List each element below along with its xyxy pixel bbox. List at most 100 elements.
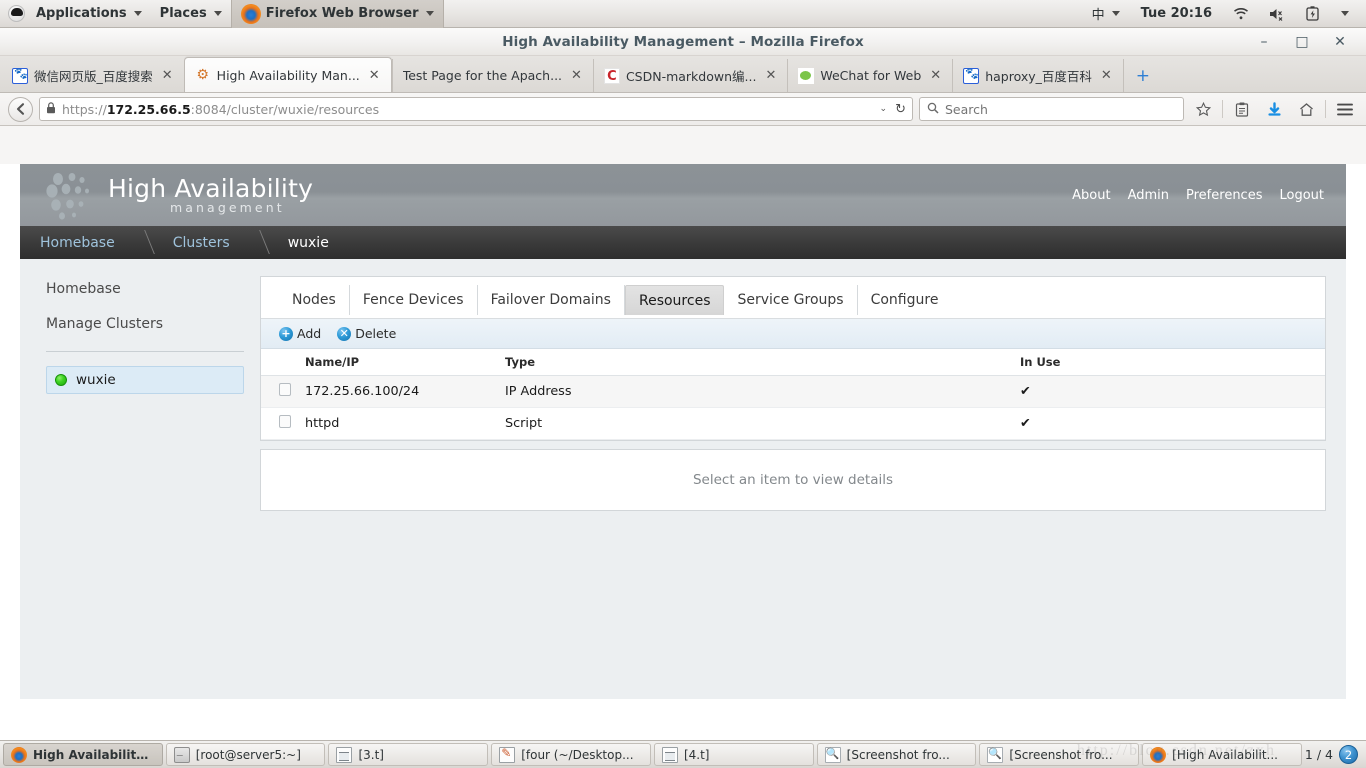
delete-button[interactable]: ✕ Delete xyxy=(337,326,396,341)
taskbar-item[interactable]: [High Availabilit... xyxy=(1142,743,1302,766)
nav-about[interactable]: About xyxy=(1072,188,1110,203)
breadcrumb: Homebase Clusters wuxie xyxy=(20,226,1346,259)
row-checkbox[interactable] xyxy=(279,383,291,396)
breadcrumb-item-homebase[interactable]: Homebase xyxy=(20,226,131,259)
reload-icon[interactable]: ↻ xyxy=(895,102,906,117)
back-button[interactable] xyxy=(8,96,33,122)
tab-close-icon[interactable]: ✕ xyxy=(762,68,779,83)
input-method-indicator[interactable]: 中 xyxy=(1083,0,1129,28)
taskbar-item[interactable]: [3.t] xyxy=(328,743,489,766)
tab-close-icon[interactable]: ✕ xyxy=(568,68,585,83)
taskbar-item[interactable]: [Screenshot fro... xyxy=(979,743,1140,766)
clock[interactable]: Tue 20:16 xyxy=(1131,6,1222,21)
tab-label: CSDN-markdown编... xyxy=(625,69,757,84)
tab-label: WeChat for Web xyxy=(820,68,922,83)
taskbar-item[interactable]: [four (~/Desktop... xyxy=(491,743,651,766)
places-menu[interactable]: Places xyxy=(151,0,231,28)
chevron-down-icon[interactable]: ⌄ xyxy=(880,104,888,114)
search-bar[interactable] xyxy=(919,97,1184,121)
app-brand-subtitle: management xyxy=(170,199,285,215)
browser-tab[interactable]: haproxy_百度百科 ✕ xyxy=(952,59,1123,92)
sidebar-item-cluster-wuxie[interactable]: wuxie xyxy=(46,366,244,394)
taskbar-item-label: [Screenshot fro... xyxy=(846,747,950,762)
tab-nodes[interactable]: Nodes xyxy=(279,285,350,315)
maximize-button[interactable]: □ xyxy=(1294,34,1310,50)
chevron-down-icon xyxy=(425,11,434,16)
address-bar[interactable]: https://172.25.66.5:8084/cluster/wuxie/r… xyxy=(39,97,913,121)
tab-close-icon[interactable]: ✕ xyxy=(1098,68,1115,83)
active-window-label: Firefox Web Browser xyxy=(265,6,419,21)
cell-in-use: ✔ xyxy=(1020,407,1325,440)
browser-tab[interactable]: C CSDN-markdown编... ✕ xyxy=(592,59,787,92)
column-name-ip: Name/IP xyxy=(305,349,505,376)
tab-configure[interactable]: Configure xyxy=(858,285,952,315)
tab-close-icon[interactable]: ✕ xyxy=(159,68,176,83)
system-menu-chevron-icon[interactable] xyxy=(1330,0,1358,28)
tab-failover-domains[interactable]: Failover Domains xyxy=(478,285,625,315)
browser-tab[interactable]: WeChat for Web ✕ xyxy=(787,59,952,92)
baidu-favicon-icon xyxy=(963,67,980,84)
browser-tab[interactable]: Test Page for the Apach... ✕ xyxy=(391,59,593,92)
content-area: Homebase Manage Clusters wuxie Nodes Fen… xyxy=(20,259,1346,699)
tab-fence-devices[interactable]: Fence Devices xyxy=(350,285,478,315)
tab-close-icon[interactable]: ✕ xyxy=(366,68,383,83)
row-checkbox-cell[interactable] xyxy=(261,407,305,440)
new-tab-button[interactable]: + xyxy=(1122,59,1162,92)
tab-close-icon[interactable]: ✕ xyxy=(927,68,944,83)
sidebar-item-manage-clusters[interactable]: Manage Clusters xyxy=(46,316,260,332)
breadcrumb-separator-icon xyxy=(246,226,268,259)
address-bar-actions: ⌄ ↻ xyxy=(880,102,906,117)
sidebar-item-homebase[interactable]: Homebase xyxy=(46,281,260,297)
table-header-row: Name/IP Type In Use xyxy=(261,349,1325,376)
add-button-label: Add xyxy=(297,326,322,341)
search-input[interactable] xyxy=(945,101,1176,117)
baidu-favicon-icon xyxy=(12,67,28,84)
active-window-menu[interactable]: Firefox Web Browser xyxy=(230,0,444,28)
tab-resources[interactable]: Resources xyxy=(624,285,725,315)
home-icon[interactable] xyxy=(1293,96,1319,122)
url-scheme: https:// xyxy=(62,101,107,117)
nav-logout[interactable]: Logout xyxy=(1279,188,1324,203)
bookmark-star-icon[interactable] xyxy=(1190,96,1216,122)
editor-icon xyxy=(499,746,516,763)
chevron-down-icon xyxy=(1341,11,1349,16)
applications-menu[interactable]: Applications xyxy=(27,0,151,28)
wifi-icon[interactable] xyxy=(1224,0,1258,28)
workspace-pager-text: 1 / 4 xyxy=(1304,747,1333,762)
taskbar-item[interactable]: [4.t] xyxy=(653,743,814,766)
high-availability-logo-icon xyxy=(42,167,104,223)
table-row[interactable]: 172.25.66.100/24 IP Address ✔ xyxy=(261,375,1325,408)
sidebar: Homebase Manage Clusters wuxie xyxy=(20,259,260,394)
nav-admin[interactable]: Admin xyxy=(1128,188,1169,203)
download-icon[interactable] xyxy=(1261,96,1287,122)
web-page-content: High Availability management About Admin… xyxy=(0,164,1366,768)
close-button[interactable]: ✕ xyxy=(1332,34,1348,50)
input-method-label: 中 xyxy=(1091,8,1105,23)
battery-icon[interactable] xyxy=(1297,0,1328,28)
tab-service-groups[interactable]: Service Groups xyxy=(724,285,858,315)
hamburger-menu-icon[interactable] xyxy=(1332,96,1358,122)
firefox-icon xyxy=(240,3,261,24)
workspace-switcher[interactable]: 1 / 4 2 xyxy=(1305,745,1363,764)
minimize-button[interactable]: – xyxy=(1256,34,1272,50)
taskbar-item[interactable]: [Screenshot fro... xyxy=(816,743,977,766)
tab-label: High Availability Man... xyxy=(216,67,360,83)
add-button[interactable]: + Add xyxy=(279,326,321,341)
header-nav: About Admin Preferences Logout xyxy=(1072,188,1324,203)
screenshot-icon xyxy=(987,746,1004,763)
browser-tab-active[interactable]: ⚙ High Availability Man... ✕ xyxy=(183,57,392,92)
taskbar-item[interactable]: High Availability ... xyxy=(3,743,163,766)
screenshot-icon xyxy=(824,746,841,763)
library-icon[interactable] xyxy=(1229,96,1255,122)
cluster-name-label: wuxie xyxy=(76,372,116,388)
row-checkbox-cell[interactable] xyxy=(261,375,305,408)
volume-muted-icon[interactable] xyxy=(1260,0,1295,28)
file-icon xyxy=(336,746,353,763)
breadcrumb-item-clusters[interactable]: Clusters xyxy=(153,226,246,259)
browser-tab[interactable]: 微信网页版_百度搜索 ✕ xyxy=(2,59,184,92)
cell-name-ip: 172.25.66.100/24 xyxy=(305,375,505,408)
row-checkbox[interactable] xyxy=(279,415,291,428)
taskbar-item[interactable]: [root@server5:~] xyxy=(165,743,326,766)
nav-preferences[interactable]: Preferences xyxy=(1186,188,1262,203)
table-row[interactable]: httpd Script ✔ xyxy=(261,407,1325,440)
